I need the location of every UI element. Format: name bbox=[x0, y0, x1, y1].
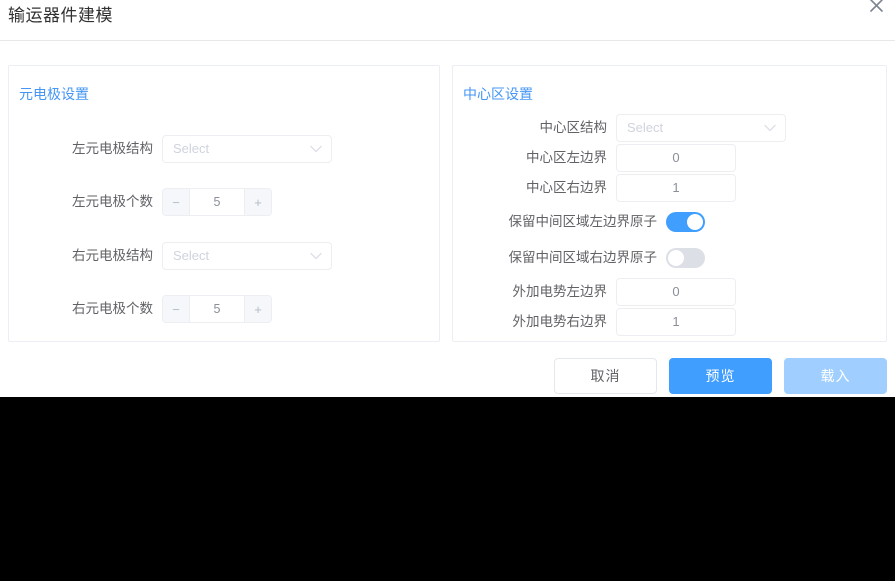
field-row-keep-left-boundary-atoms: 保留中间区域左边界原子 bbox=[501, 208, 705, 236]
value-right-electrode-count[interactable]: 5 bbox=[190, 296, 244, 322]
label-center-structure: 中心区结构 bbox=[539, 120, 608, 135]
center-region-settings-panel: 中心区设置 中心区结构 Select 中心区左边界 0 中心区右边界 1 保留中… bbox=[452, 65, 887, 342]
plus-icon-right-electrode-count[interactable]: + bbox=[244, 296, 271, 322]
select-center-structure[interactable]: Select bbox=[616, 114, 786, 142]
value-left-electrode-count[interactable]: 5 bbox=[190, 189, 244, 215]
preview-button[interactable]: 预览 bbox=[669, 358, 772, 394]
minus-icon-right-electrode-count[interactable]: − bbox=[163, 296, 190, 322]
label-center-right-boundary: 中心区右边界 bbox=[526, 180, 607, 195]
select-right-electrode-structure[interactable]: Select bbox=[162, 242, 332, 270]
label-keep-right-boundary-atoms: 保留中间区域右边界原子 bbox=[508, 250, 658, 265]
chevron-down-icon bbox=[764, 124, 776, 132]
toggle-keep-left-boundary-atoms[interactable] bbox=[666, 212, 705, 232]
input-applied-potential-right-boundary[interactable]: 1 bbox=[616, 308, 736, 336]
center-region-settings-title: 中心区设置 bbox=[463, 86, 533, 102]
load-button[interactable]: 载入 bbox=[784, 358, 887, 394]
chevron-down-icon bbox=[310, 145, 322, 153]
dialog-header: 输运器件建模 bbox=[0, 0, 895, 41]
label-right-electrode-count: 右元电极个数 bbox=[72, 301, 153, 316]
toggle-keep-right-boundary-atoms[interactable] bbox=[666, 248, 705, 268]
field-row-right-electrode-count: 右元电极个数 − 5 + bbox=[72, 295, 272, 323]
label-applied-potential-left-boundary: 外加电势左边界 bbox=[512, 284, 608, 299]
select-left-electrode-structure[interactable]: Select bbox=[162, 135, 332, 163]
label-left-electrode-structure: 左元电极结构 bbox=[72, 141, 153, 156]
input-center-right-boundary[interactable]: 1 bbox=[616, 174, 736, 202]
label-right-electrode-structure: 右元电极结构 bbox=[72, 248, 153, 263]
quantity-stepper-right-electrode-count[interactable]: − 5 + bbox=[162, 295, 272, 323]
dialog-footer: 取消 预览 载入 bbox=[0, 356, 895, 397]
label-center-left-boundary: 中心区左边界 bbox=[526, 150, 607, 165]
toggle-knob bbox=[687, 214, 703, 230]
toggle-knob bbox=[668, 250, 684, 266]
quantity-stepper-left-electrode-count[interactable]: − 5 + bbox=[162, 188, 272, 216]
cancel-button[interactable]: 取消 bbox=[554, 358, 657, 394]
select-right-electrode-structure-placeholder: Select bbox=[173, 248, 210, 263]
label-left-electrode-count: 左元电极个数 bbox=[72, 194, 153, 209]
plus-icon-left-electrode-count[interactable]: + bbox=[244, 189, 271, 215]
electrode-settings-title: 元电极设置 bbox=[19, 86, 89, 102]
field-row-center-structure: 中心区结构 Select bbox=[501, 114, 786, 142]
label-applied-potential-right-boundary: 外加电势右边界 bbox=[512, 314, 608, 329]
input-center-left-boundary[interactable]: 0 bbox=[616, 144, 736, 172]
transport-device-modeling-dialog: 输运器件建模 元电极设置 左元电极结构 Select 左元电极个数 − 5 + … bbox=[0, 0, 895, 581]
close-icon[interactable] bbox=[863, 0, 889, 18]
chevron-down-icon bbox=[310, 252, 322, 260]
field-row-center-left-boundary: 中心区左边界 0 bbox=[501, 144, 736, 172]
electrode-settings-panel: 元电极设置 左元电极结构 Select 左元电极个数 − 5 + 右元电极结构 … bbox=[8, 65, 440, 342]
field-row-applied-potential-right-boundary: 外加电势右边界 1 bbox=[501, 308, 736, 336]
label-keep-left-boundary-atoms: 保留中间区域左边界原子 bbox=[508, 214, 658, 229]
field-row-left-electrode-count: 左元电极个数 − 5 + bbox=[72, 188, 272, 216]
structure-preview-viewport[interactable] bbox=[0, 397, 895, 581]
minus-icon-left-electrode-count[interactable]: − bbox=[163, 189, 190, 215]
field-row-left-electrode-structure: 左元电极结构 Select bbox=[72, 135, 332, 163]
field-row-keep-right-boundary-atoms: 保留中间区域右边界原子 bbox=[501, 244, 705, 272]
field-row-center-right-boundary: 中心区右边界 1 bbox=[501, 174, 736, 202]
settings-panels: 元电极设置 左元电极结构 Select 左元电极个数 − 5 + 右元电极结构 … bbox=[0, 41, 895, 356]
page-title: 输运器件建模 bbox=[8, 6, 113, 25]
field-row-applied-potential-left-boundary: 外加电势左边界 0 bbox=[501, 278, 736, 306]
select-left-electrode-structure-placeholder: Select bbox=[173, 141, 210, 156]
field-row-right-electrode-structure: 右元电极结构 Select bbox=[72, 242, 332, 270]
select-center-structure-placeholder: Select bbox=[627, 120, 664, 135]
input-applied-potential-left-boundary[interactable]: 0 bbox=[616, 278, 736, 306]
